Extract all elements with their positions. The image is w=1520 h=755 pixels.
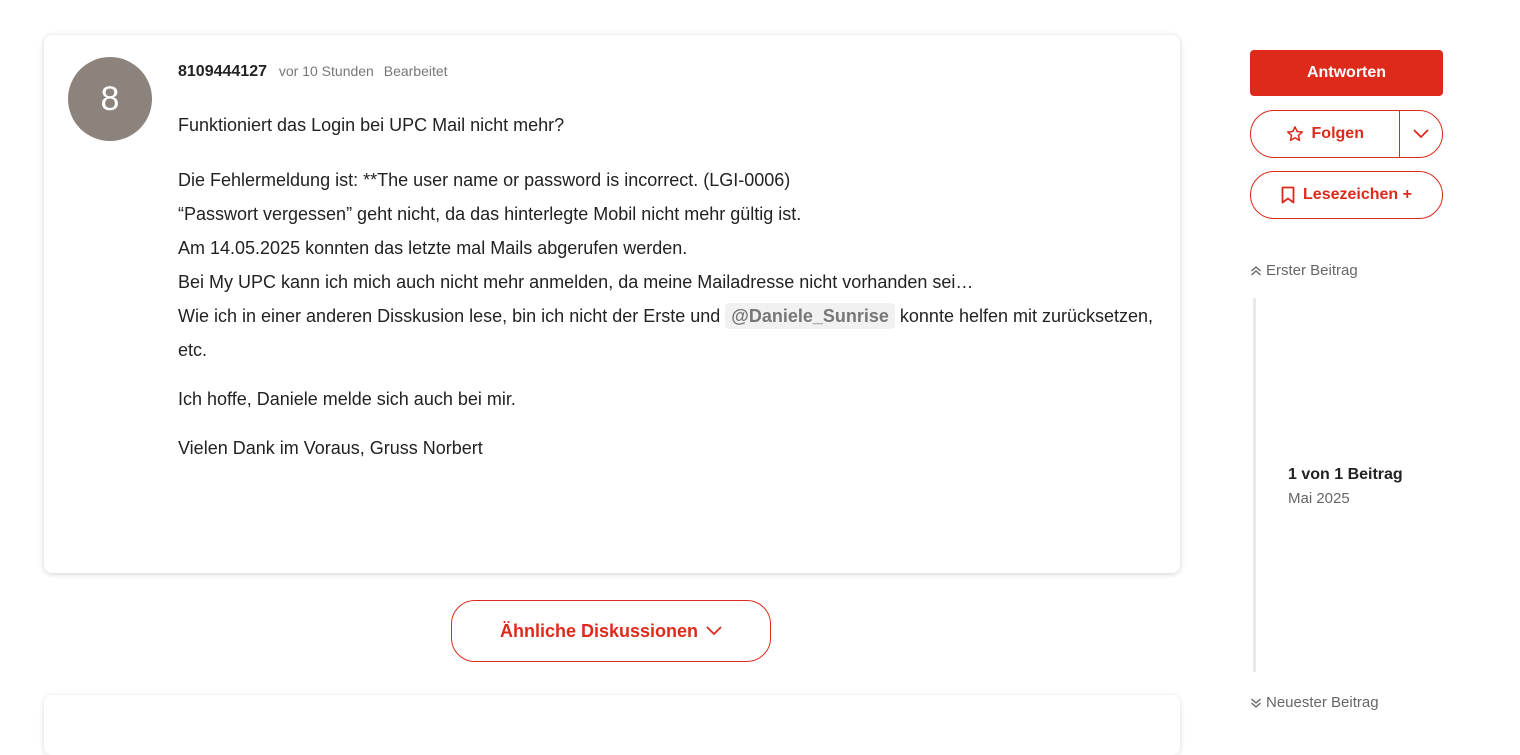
user-mention[interactable]: @Daniele_Sunrise	[725, 303, 895, 329]
post-timeline-track[interactable]	[1253, 298, 1256, 672]
post-body: Die Fehlermeldung ist: **The user name o…	[178, 163, 1168, 480]
follow-label: Folgen	[1311, 125, 1364, 142]
body-line: Am 14.05.2025 konnten das letzte mal Mai…	[178, 238, 688, 258]
follow-button[interactable]: Folgen	[1251, 111, 1399, 157]
body-line: Wie ich in einer anderen Disskusion lese…	[178, 306, 726, 326]
body-line: “Passwort vergessen” geht nicht, da das …	[178, 204, 802, 224]
author-name[interactable]: 8109444127	[178, 63, 267, 80]
post-paragraph-1: Die Fehlermeldung ist: **The user name o…	[178, 163, 1168, 367]
chevron-down-icon	[1413, 129, 1429, 139]
reply-button[interactable]: Antworten	[1250, 50, 1443, 96]
body-line: Bei My UPC kann ich mich auch nicht mehr…	[178, 272, 974, 292]
edited-label: Bearbeitet	[383, 63, 448, 79]
post-time: vor 10 Stunden	[278, 63, 374, 79]
reply-label: Antworten	[1306, 64, 1387, 81]
post-position: 1 von 1 Beitrag	[1288, 466, 1403, 483]
post-paragraph-3: Vielen Dank im Voraus, Gruss Norbert	[178, 438, 483, 458]
post-card: 8 8109444127 vor 10 Stunden Bearbeitet F…	[44, 35, 1180, 573]
post-meta: 8109444127 vor 10 Stunden Bearbeitet	[178, 63, 454, 81]
latest-post-link[interactable]: Neuester Beitrag	[1250, 694, 1379, 711]
post-paragraph-2: Ich hoffe, Daniele melde sich auch bei m…	[178, 389, 516, 409]
bookmark-icon	[1281, 186, 1295, 204]
body-line: Die Fehlermeldung ist: **The user name o…	[178, 170, 791, 190]
post-title: Funktioniert das Login bei UPC Mail nich…	[178, 115, 565, 135]
follow-button-group: Folgen	[1250, 110, 1443, 158]
avatar[interactable]: 8	[68, 57, 152, 141]
latest-post-label: Neuester Beitrag	[1266, 694, 1379, 711]
bookmark-label: Lesezeichen +	[1303, 186, 1412, 203]
next-post-card	[44, 695, 1180, 755]
similar-discussions-button[interactable]: Ähnliche Diskussionen	[451, 600, 771, 662]
post-position-date: Mai 2025	[1288, 490, 1350, 507]
double-chevron-down-icon	[1250, 697, 1262, 709]
bookmark-button[interactable]: Lesezeichen +	[1250, 171, 1443, 219]
first-post-label: Erster Beitrag	[1266, 262, 1358, 279]
similar-discussions-label: Ähnliche Diskussionen	[499, 620, 699, 641]
first-post-link[interactable]: Erster Beitrag	[1250, 262, 1358, 279]
chevron-down-icon	[706, 626, 722, 636]
double-chevron-up-icon	[1250, 265, 1262, 277]
follow-options-toggle[interactable]	[1400, 111, 1442, 157]
star-icon	[1286, 125, 1304, 143]
